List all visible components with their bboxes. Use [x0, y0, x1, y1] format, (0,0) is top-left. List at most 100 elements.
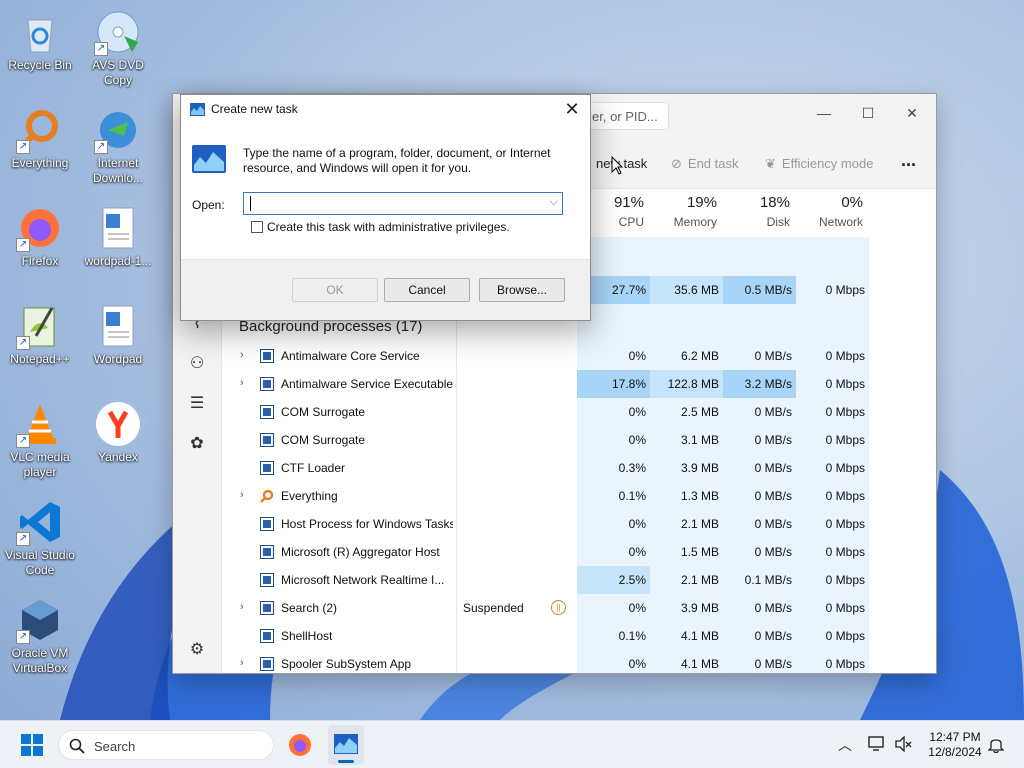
search-icon	[69, 738, 85, 754]
table-row[interactable]: ShellHost 0.1% 4.1 MB 0 MB/s 0 Mbps	[222, 622, 936, 650]
cpu-cell: 0%	[577, 510, 650, 538]
volume-muted-icon[interactable]	[894, 736, 912, 752]
task-manager-icon	[334, 734, 358, 754]
desktop-icon-virtualbox[interactable]: ↗ Oracle VM VirtualBox	[0, 596, 80, 676]
more-options-button[interactable]: ...	[901, 150, 916, 171]
nav-settings-icon[interactable]: ⚙	[187, 640, 207, 660]
desktop-icon-internet-download-manager[interactable]: ↗ Internet Downlo...	[78, 106, 158, 186]
nav-users-icon[interactable]: ⚇	[187, 354, 207, 374]
end-task-button[interactable]: ⊘ End task	[671, 156, 739, 172]
network-cell: 0 Mbps	[796, 538, 869, 566]
desktop-icon-recycle-bin[interactable]: Recycle Bin	[0, 8, 80, 73]
efficiency-mode-button[interactable]: ❦ Efficiency mode	[765, 156, 873, 172]
cancel-button[interactable]: Cancel	[384, 278, 470, 302]
disk-cell: 0 MB/s	[723, 482, 796, 510]
wordpad-icon	[102, 305, 134, 347]
disk-column-header[interactable]: 18% Disk	[723, 194, 790, 229]
table-row[interactable]: COM Surrogate 0% 2.5 MB 0 MB/s 0 Mbps	[222, 398, 936, 426]
chevron-right-icon[interactable]: ›	[240, 602, 250, 613]
admin-privileges-checkbox[interactable]	[251, 221, 263, 233]
network-cell: 0 Mbps	[796, 398, 869, 426]
disk-cell: 0.5 MB/s	[723, 276, 796, 304]
open-combobox[interactable]: ⌵	[243, 192, 563, 215]
table-row[interactable]: › Spooler SubSystem App 0% 4.1 MB 0 MB/s 0 Mb…	[222, 650, 936, 673]
network-cell: 0 Mbps	[796, 594, 869, 622]
shortcut-arrow-icon: ↗	[94, 42, 108, 56]
memory-cell: 35.6 MB	[650, 276, 723, 304]
memory-cell: 2.5 MB	[650, 398, 723, 426]
desktop-icon-everything[interactable]: ↗ Everything	[0, 106, 80, 171]
memory-column-header[interactable]: 19% Memory	[650, 194, 717, 229]
taskbar-search-box[interactable]: Search	[58, 730, 274, 760]
table-row[interactable]: CTF Loader 0.3% 3.9 MB 0 MB/s 0 Mbps	[222, 454, 936, 482]
desktop-icon-avs-dvd-copy[interactable]: ↗ AVS DVD Copy	[78, 8, 158, 88]
network-cell: 0 Mbps	[796, 650, 869, 673]
desktop-icon-firefox[interactable]: ↗ Firefox	[0, 204, 80, 269]
shortcut-arrow-icon: ↗	[16, 140, 30, 154]
chevron-right-icon[interactable]: ›	[240, 350, 250, 361]
memory-cell: 3.9 MB	[650, 454, 723, 482]
cpu-cell: 0.1%	[577, 482, 650, 510]
process-status: Suspended	[463, 601, 524, 615]
desktop-icon-vscode[interactable]: ↗ Visual Studio Code	[0, 498, 80, 578]
maximize-button[interactable]: ☐	[846, 100, 890, 126]
chevron-right-icon[interactable]: ›	[240, 658, 250, 669]
process-icon	[260, 573, 274, 587]
desktop-icon-vlc[interactable]: ↗ VLC media player	[0, 400, 80, 480]
table-row[interactable]: › Search (2) Suspended || 0% 3.9 MB 0 MB/s 0 Mb…	[222, 594, 936, 622]
process-name: Spooler SubSystem App	[281, 657, 412, 671]
chevron-up-icon[interactable]: ︿	[838, 735, 852, 755]
minimize-button[interactable]: ―	[802, 100, 846, 126]
notification-bell-icon[interactable]	[988, 736, 1004, 753]
taskbar-firefox-icon[interactable]	[288, 733, 312, 757]
chevron-down-icon[interactable]: ⌵	[550, 196, 558, 209]
taskbar: Search ︿ 12:47 PM 12/8/2024	[0, 720, 1024, 768]
end-task-icon: ⊘	[671, 156, 682, 171]
process-icon	[260, 405, 274, 419]
dialog-close-button[interactable]: ✕	[560, 97, 584, 121]
cpu-cell: 0%	[577, 398, 650, 426]
desktop-icon-notepadpp[interactable]: ↗ Notepad++	[0, 302, 80, 367]
desktop-icon-wordpad[interactable]: Wordpad	[78, 302, 158, 367]
table-row[interactable]: COM Surrogate 0% 3.1 MB 0 MB/s 0 Mbps	[222, 426, 936, 454]
disk-cell: 0 MB/s	[723, 510, 796, 538]
disk-cell: 0 MB/s	[723, 594, 796, 622]
close-window-button[interactable]: ✕	[890, 100, 934, 126]
network-status-icon[interactable]	[868, 736, 886, 752]
table-row[interactable]: Microsoft Network Realtime I... 2.5% 2.1 M…	[222, 566, 936, 594]
network-cell: 0 Mbps	[796, 566, 869, 594]
desktop-icon-yandex[interactable]: Yandex	[78, 400, 158, 465]
table-row[interactable]: › Antimalware Core Service 0% 6.2 MB 0 MB/s 0…	[222, 342, 936, 370]
taskbar-task-manager-button[interactable]	[328, 725, 364, 765]
process-name: COM Surrogate	[281, 405, 366, 419]
process-name: Antimalware Service Executable	[281, 377, 453, 391]
desktop-icon-wordpad-file[interactable]: wordpad-1...	[78, 204, 158, 269]
task-manager-search-input[interactable]: er, or PID...	[581, 102, 669, 130]
table-row[interactable]: › Antimalware Service Executable 17.8% 122.…	[222, 370, 936, 398]
clock[interactable]: 12:47 PM 12/8/2024	[920, 730, 990, 760]
nav-services-icon[interactable]: ✿	[187, 434, 207, 454]
shortcut-arrow-icon: ↗	[16, 238, 30, 252]
leaf-icon: ❦	[765, 156, 776, 171]
admin-privileges-label[interactable]: Create this task with administrative pri…	[267, 220, 510, 234]
cpu-cell: 2.5%	[577, 566, 650, 594]
table-row[interactable]: Microsoft (R) Aggregator Host 0% 1.5 MB 0 M…	[222, 538, 936, 566]
memory-cell: 3.9 MB	[650, 594, 723, 622]
ok-button[interactable]: OK	[292, 278, 378, 302]
shortcut-arrow-icon: ↗	[16, 532, 30, 546]
chevron-right-icon[interactable]: ›	[240, 490, 250, 501]
table-row[interactable]: Host Process for Windows Tasks 0% 2.1 MB 0 …	[222, 510, 936, 538]
network-cell: 0 Mbps	[796, 454, 869, 482]
browse-button[interactable]: Browse...	[479, 278, 565, 302]
start-windows-icon[interactable]	[21, 734, 43, 756]
network-column-header[interactable]: 0% Network	[796, 194, 863, 229]
text-caret	[250, 196, 251, 211]
nav-details-icon[interactable]: ☰	[187, 394, 207, 414]
process-name: Search (2)	[281, 601, 338, 615]
table-row[interactable]: › Everything 0.1% 1.3 MB 0 MB/s 0 Mbps	[222, 482, 936, 510]
dialog-title: Create new task	[211, 102, 298, 116]
cpu-cell: 0.1%	[577, 622, 650, 650]
pause-icon: ||	[551, 600, 566, 615]
memory-cell: 2.1 MB	[650, 510, 723, 538]
chevron-right-icon[interactable]: ›	[240, 378, 250, 389]
